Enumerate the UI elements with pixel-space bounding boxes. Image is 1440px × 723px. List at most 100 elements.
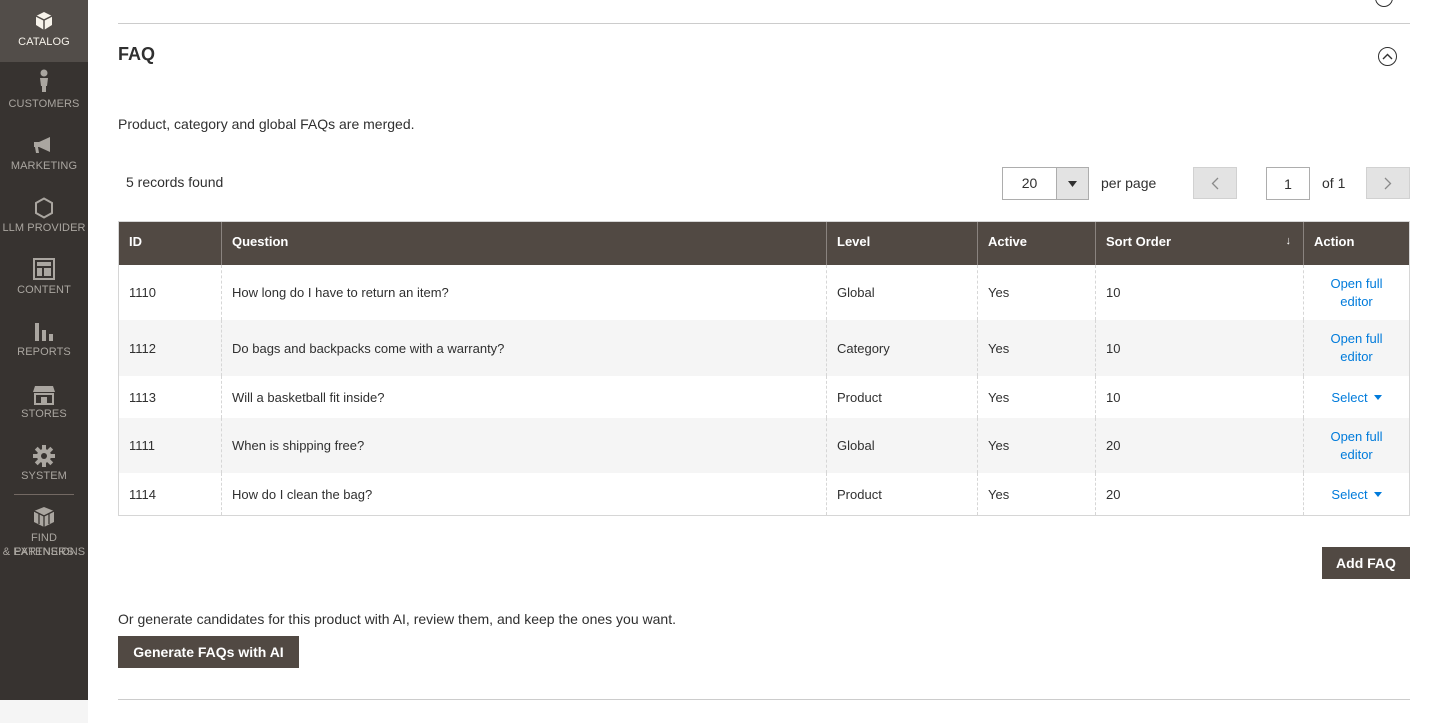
cell-sort-order: 10: [1095, 376, 1303, 418]
generate-faqs-ai-button[interactable]: Generate FAQs with AI: [118, 636, 299, 668]
cell-id: 1113: [129, 389, 156, 405]
gear-icon: [0, 445, 88, 467]
sidebar-item-label: SYSTEM: [21, 470, 67, 482]
sidebar-item-llm-provider[interactable]: LLM PROVIDER: [0, 186, 88, 248]
cell-sort-order: 10: [1095, 320, 1303, 376]
table-row: 1114 How do I clean the bag? Product Yes…: [119, 473, 1409, 515]
table-row: 1112 Do bags and backpacks come with a w…: [119, 320, 1409, 376]
column-header-action: Action: [1303, 222, 1409, 265]
hexagon-icon: [0, 197, 88, 219]
column-header-level[interactable]: Level: [826, 222, 977, 265]
sidebar-item-find-partners[interactable]: FIND PARTNERS & EXTENSIONS: [0, 500, 88, 564]
cell-action: Select: [1303, 473, 1409, 515]
cell-level: Category: [826, 320, 977, 376]
caret-down-icon: [1373, 491, 1382, 497]
cell-sort-order: 20: [1095, 473, 1303, 515]
row-action-select[interactable]: Select: [1331, 389, 1382, 405]
sidebar-item-reports[interactable]: REPORTS: [0, 310, 88, 372]
column-header-id[interactable]: ID: [119, 222, 221, 265]
open-full-editor-link[interactable]: Open full editor: [1322, 330, 1392, 366]
cell-level: Global: [826, 418, 977, 473]
next-page-button[interactable]: [1366, 167, 1410, 199]
select-label: Select: [1331, 389, 1368, 405]
open-full-editor-link[interactable]: Open full editor: [1322, 275, 1392, 311]
cell-question: Do bags and backpacks come with a warran…: [221, 320, 826, 376]
cell-action: Select: [1303, 376, 1409, 418]
faq-grid: ID Question Level Active Sort Order ↓ Ac…: [118, 221, 1410, 516]
boxes-icon: [0, 506, 88, 528]
column-header-active[interactable]: Active: [977, 222, 1095, 265]
cell-question: How do I clean the bag?: [221, 473, 826, 515]
megaphone-icon: [0, 136, 88, 154]
cell-action: Open full editor: [1303, 320, 1409, 376]
sidebar-item-label: & EXTENSIONS: [2, 546, 86, 558]
cell-active: Yes: [977, 473, 1095, 515]
table-row: 1110 How long do I have to return an ite…: [119, 265, 1409, 320]
table-row: 1113 Will a basketball fit inside? Produ…: [119, 376, 1409, 418]
chevron-left-icon: [1211, 177, 1219, 189]
sidebar-item-customers[interactable]: CUSTOMERS: [0, 62, 88, 124]
collapse-section-button[interactable]: [1378, 47, 1397, 66]
open-full-editor-link[interactable]: Open full editor: [1322, 428, 1392, 464]
cell-id: 1111: [129, 438, 156, 453]
sidebar-item-content[interactable]: CONTENT: [0, 248, 88, 310]
cell-id: 1114: [129, 486, 156, 502]
sidebar-item-label: CONTENT: [17, 284, 71, 296]
cube-icon: [0, 11, 88, 31]
grid-header: ID Question Level Active Sort Order ↓ Ac…: [119, 222, 1409, 265]
cell-level: Product: [826, 376, 977, 418]
generate-description: Or generate candidates for this product …: [118, 611, 676, 627]
person-icon: [0, 69, 88, 93]
chevron-right-icon: [1384, 177, 1392, 189]
bar-chart-icon: [0, 321, 88, 341]
cell-active: Yes: [977, 418, 1095, 473]
chevron-up-icon: [1382, 53, 1393, 60]
per-page-value: 20: [1021, 175, 1038, 191]
add-faq-button[interactable]: Add FAQ: [1322, 547, 1410, 579]
table-row: 1111 When is shipping free? Global Yes 2…: [119, 418, 1409, 473]
cell-active: Yes: [977, 265, 1095, 320]
current-page-input[interactable]: [1266, 167, 1310, 200]
select-label: Select: [1331, 486, 1368, 502]
sidebar-item-marketing[interactable]: MARKETING: [0, 124, 88, 186]
section-divider: [118, 699, 1410, 700]
section-divider: [118, 23, 1410, 24]
per-page-dropdown-button[interactable]: [1056, 168, 1088, 199]
sort-arrow-icon: ↓: [1285, 235, 1292, 247]
cell-question: Will a basketball fit inside?: [221, 376, 826, 418]
section-description: Product, category and global FAQs are me…: [118, 116, 415, 132]
main-content: FAQ Product, category and global FAQs ar…: [88, 0, 1440, 723]
storefront-icon: [0, 385, 88, 405]
sidebar-item-label: LLM PROVIDER: [2, 222, 86, 234]
admin-sidebar: CATALOG CUSTOMERS MARKETING LLM PROVIDER…: [0, 0, 88, 700]
column-header-label: Sort Order: [1106, 234, 1172, 249]
row-action-select[interactable]: Select: [1331, 486, 1382, 502]
cell-question: How long do I have to return an item?: [221, 265, 826, 320]
column-header-question[interactable]: Question: [221, 222, 826, 265]
cell-action: Open full editor: [1303, 418, 1409, 473]
records-count: 5 records found: [126, 174, 224, 190]
sidebar-item-label: CUSTOMERS: [8, 98, 80, 110]
sidebar-item-system[interactable]: SYSTEM: [0, 434, 88, 496]
sidebar-divider: [14, 494, 74, 495]
cell-active: Yes: [977, 376, 1095, 418]
sidebar-item-stores[interactable]: STORES: [0, 372, 88, 434]
per-page-select[interactable]: 20: [1002, 167, 1089, 200]
cell-action: Open full editor: [1303, 265, 1409, 320]
total-pages-label: of 1: [1322, 175, 1346, 191]
cell-id: 1110: [129, 285, 156, 300]
sidebar-item-catalog[interactable]: CATALOG: [0, 0, 88, 62]
cell-level: Product: [826, 473, 977, 515]
section-title: FAQ: [118, 44, 156, 64]
column-header-sort-order[interactable]: Sort Order ↓: [1095, 222, 1303, 265]
cell-id: 1112: [129, 340, 156, 356]
sidebar-item-label: MARKETING: [10, 160, 78, 172]
prev-page-button[interactable]: [1193, 167, 1237, 199]
cell-sort-order: 10: [1095, 265, 1303, 320]
sidebar-item-label: REPORTS: [17, 346, 71, 358]
sidebar-footer: [0, 700, 88, 723]
cell-active: Yes: [977, 320, 1095, 376]
cell-sort-order: 20: [1095, 418, 1303, 473]
previous-section-toggle-icon[interactable]: [1375, 0, 1393, 7]
cell-level: Global: [826, 265, 977, 320]
